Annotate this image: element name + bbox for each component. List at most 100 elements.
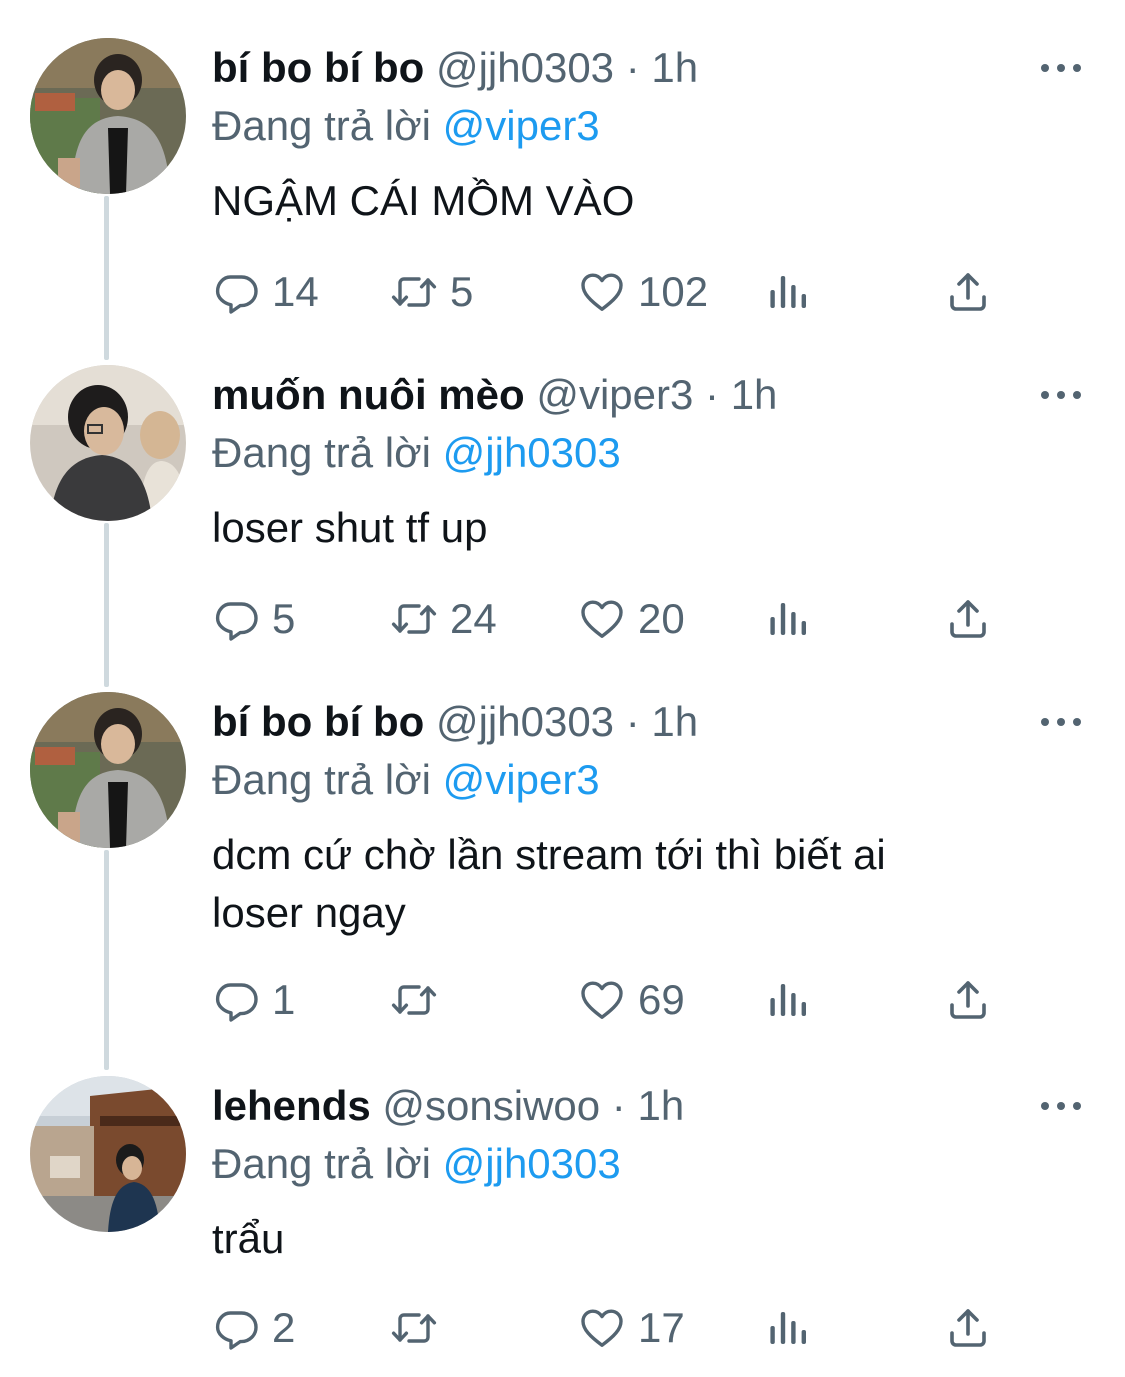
- reply-thread: bí bo bí bo @jjh0303 · 1h Đang trả lời @…: [0, 0, 1125, 1377]
- avatar[interactable]: [30, 38, 186, 194]
- replying-to: Đang trả lời @viper3: [212, 750, 600, 810]
- heart-icon: [578, 268, 626, 316]
- heart-icon: [578, 1304, 626, 1352]
- share-icon: [944, 268, 992, 316]
- retweet-icon: [390, 268, 438, 316]
- analytics-icon: [764, 976, 812, 1024]
- action-bar: 2 17: [212, 1300, 1012, 1356]
- retweet-icon: [390, 976, 438, 1024]
- separator: ·: [625, 44, 640, 91]
- mention-link[interactable]: @jjh0303: [443, 429, 621, 476]
- action-bar: 14 5 102: [212, 264, 1012, 320]
- reply-icon: [212, 595, 260, 643]
- retweet-button[interactable]: 5: [390, 264, 473, 320]
- more-icon[interactable]: [1041, 1098, 1081, 1114]
- analytics-button[interactable]: [764, 591, 812, 647]
- retweet-count: 24: [450, 595, 497, 642]
- replying-to-label: Đang trả lời: [212, 429, 431, 476]
- tweet-text: trẩu: [212, 1215, 285, 1262]
- heart-icon: [578, 595, 626, 643]
- replying-to: Đang trả lời @jjh0303: [212, 1134, 621, 1194]
- tweet-header: lehends @sonsiwoo · 1h: [212, 1076, 684, 1136]
- handle[interactable]: @sonsiwoo: [382, 1082, 600, 1129]
- like-count: 102: [638, 268, 709, 315]
- retweet-button[interactable]: [390, 972, 450, 1028]
- mention-link[interactable]: @viper3: [443, 102, 600, 149]
- share-button[interactable]: [944, 591, 992, 647]
- replying-to: Đang trả lời @jjh0303: [212, 423, 621, 483]
- tweet-text: loser shut tf up: [212, 504, 488, 551]
- replying-to-label: Đang trả lời: [212, 1140, 431, 1187]
- replying-to-label: Đang trả lời: [212, 102, 431, 149]
- tweet[interactable]: bí bo bí bo @jjh0303 · 1h Đang trả lời @…: [0, 38, 1125, 328]
- display-name[interactable]: bí bo bí bo: [212, 698, 424, 745]
- share-button[interactable]: [944, 264, 992, 320]
- mention-link[interactable]: @jjh0303: [443, 1140, 621, 1187]
- reply-button[interactable]: 1: [212, 972, 295, 1028]
- reply-count: 14: [272, 268, 319, 315]
- like-button[interactable]: 17: [578, 1300, 685, 1356]
- reply-icon: [212, 976, 260, 1024]
- tweet-header: bí bo bí bo @jjh0303 · 1h: [212, 38, 698, 98]
- analytics-button[interactable]: [764, 1300, 812, 1356]
- tweet[interactable]: bí bo bí bo @jjh0303 · 1h Đang trả lời @…: [0, 692, 1125, 1042]
- timestamp[interactable]: 1h: [731, 371, 778, 418]
- analytics-button[interactable]: [764, 972, 812, 1028]
- timestamp[interactable]: 1h: [651, 698, 698, 745]
- analytics-icon: [764, 595, 812, 643]
- retweet-button[interactable]: 24: [390, 591, 497, 647]
- replying-to: Đang trả lời @viper3: [212, 96, 600, 156]
- separator: ·: [705, 371, 720, 418]
- tweet-header: muốn nuôi mèo @viper3 · 1h: [212, 365, 777, 425]
- share-button[interactable]: [944, 972, 992, 1028]
- display-name[interactable]: muốn nuôi mèo: [212, 371, 525, 418]
- like-button[interactable]: 69: [578, 972, 685, 1028]
- action-bar: 5 24 20: [212, 591, 1012, 647]
- mention-link[interactable]: @viper3: [443, 756, 600, 803]
- heart-icon: [578, 976, 626, 1024]
- handle[interactable]: @jjh0303: [436, 698, 614, 745]
- share-icon: [944, 1304, 992, 1352]
- tweet[interactable]: lehends @sonsiwoo · 1h Đang trả lời @jjh…: [0, 1076, 1125, 1366]
- reply-count: 1: [272, 976, 296, 1023]
- reply-icon: [212, 1304, 260, 1352]
- analytics-icon: [764, 268, 812, 316]
- tweet[interactable]: muốn nuôi mèo @viper3 · 1h Đang trả lời …: [0, 365, 1125, 655]
- reply-icon: [212, 268, 260, 316]
- display-name[interactable]: bí bo bí bo: [212, 44, 424, 91]
- analytics-icon: [764, 1304, 812, 1352]
- action-bar: 1 69: [212, 972, 1012, 1028]
- replying-to-label: Đang trả lời: [212, 756, 431, 803]
- timestamp[interactable]: 1h: [651, 44, 698, 91]
- reply-count: 2: [272, 1304, 296, 1351]
- retweet-button[interactable]: [390, 1300, 450, 1356]
- avatar[interactable]: [30, 1076, 186, 1232]
- more-icon[interactable]: [1041, 387, 1081, 403]
- share-button[interactable]: [944, 1300, 992, 1356]
- reply-button[interactable]: 14: [212, 264, 319, 320]
- avatar[interactable]: [30, 692, 186, 848]
- tweet-text-line: loser ngay: [212, 889, 406, 936]
- reply-button[interactable]: 2: [212, 1300, 295, 1356]
- tweet-text: NGẬM CÁI MỒM VÀO: [212, 177, 635, 224]
- handle[interactable]: @jjh0303: [436, 44, 614, 91]
- separator: ·: [625, 698, 640, 745]
- share-icon: [944, 976, 992, 1024]
- analytics-button[interactable]: [764, 264, 812, 320]
- reply-button[interactable]: 5: [212, 591, 295, 647]
- like-count: 20: [638, 595, 685, 642]
- avatar[interactable]: [30, 365, 186, 521]
- retweet-count: 5: [450, 268, 474, 315]
- timestamp[interactable]: 1h: [637, 1082, 684, 1129]
- more-icon[interactable]: [1041, 714, 1081, 730]
- more-icon[interactable]: [1041, 60, 1081, 76]
- display-name[interactable]: lehends: [212, 1082, 371, 1129]
- tweet-text: dcm cứ chờ lần stream tới thì biết ai lo…: [212, 826, 1072, 942]
- tweet-header: bí bo bí bo @jjh0303 · 1h: [212, 692, 698, 752]
- reply-count: 5: [272, 595, 296, 642]
- like-button[interactable]: 102: [578, 264, 708, 320]
- like-button[interactable]: 20: [578, 591, 685, 647]
- handle[interactable]: @viper3: [536, 371, 693, 418]
- retweet-icon: [390, 595, 438, 643]
- separator: ·: [611, 1082, 626, 1129]
